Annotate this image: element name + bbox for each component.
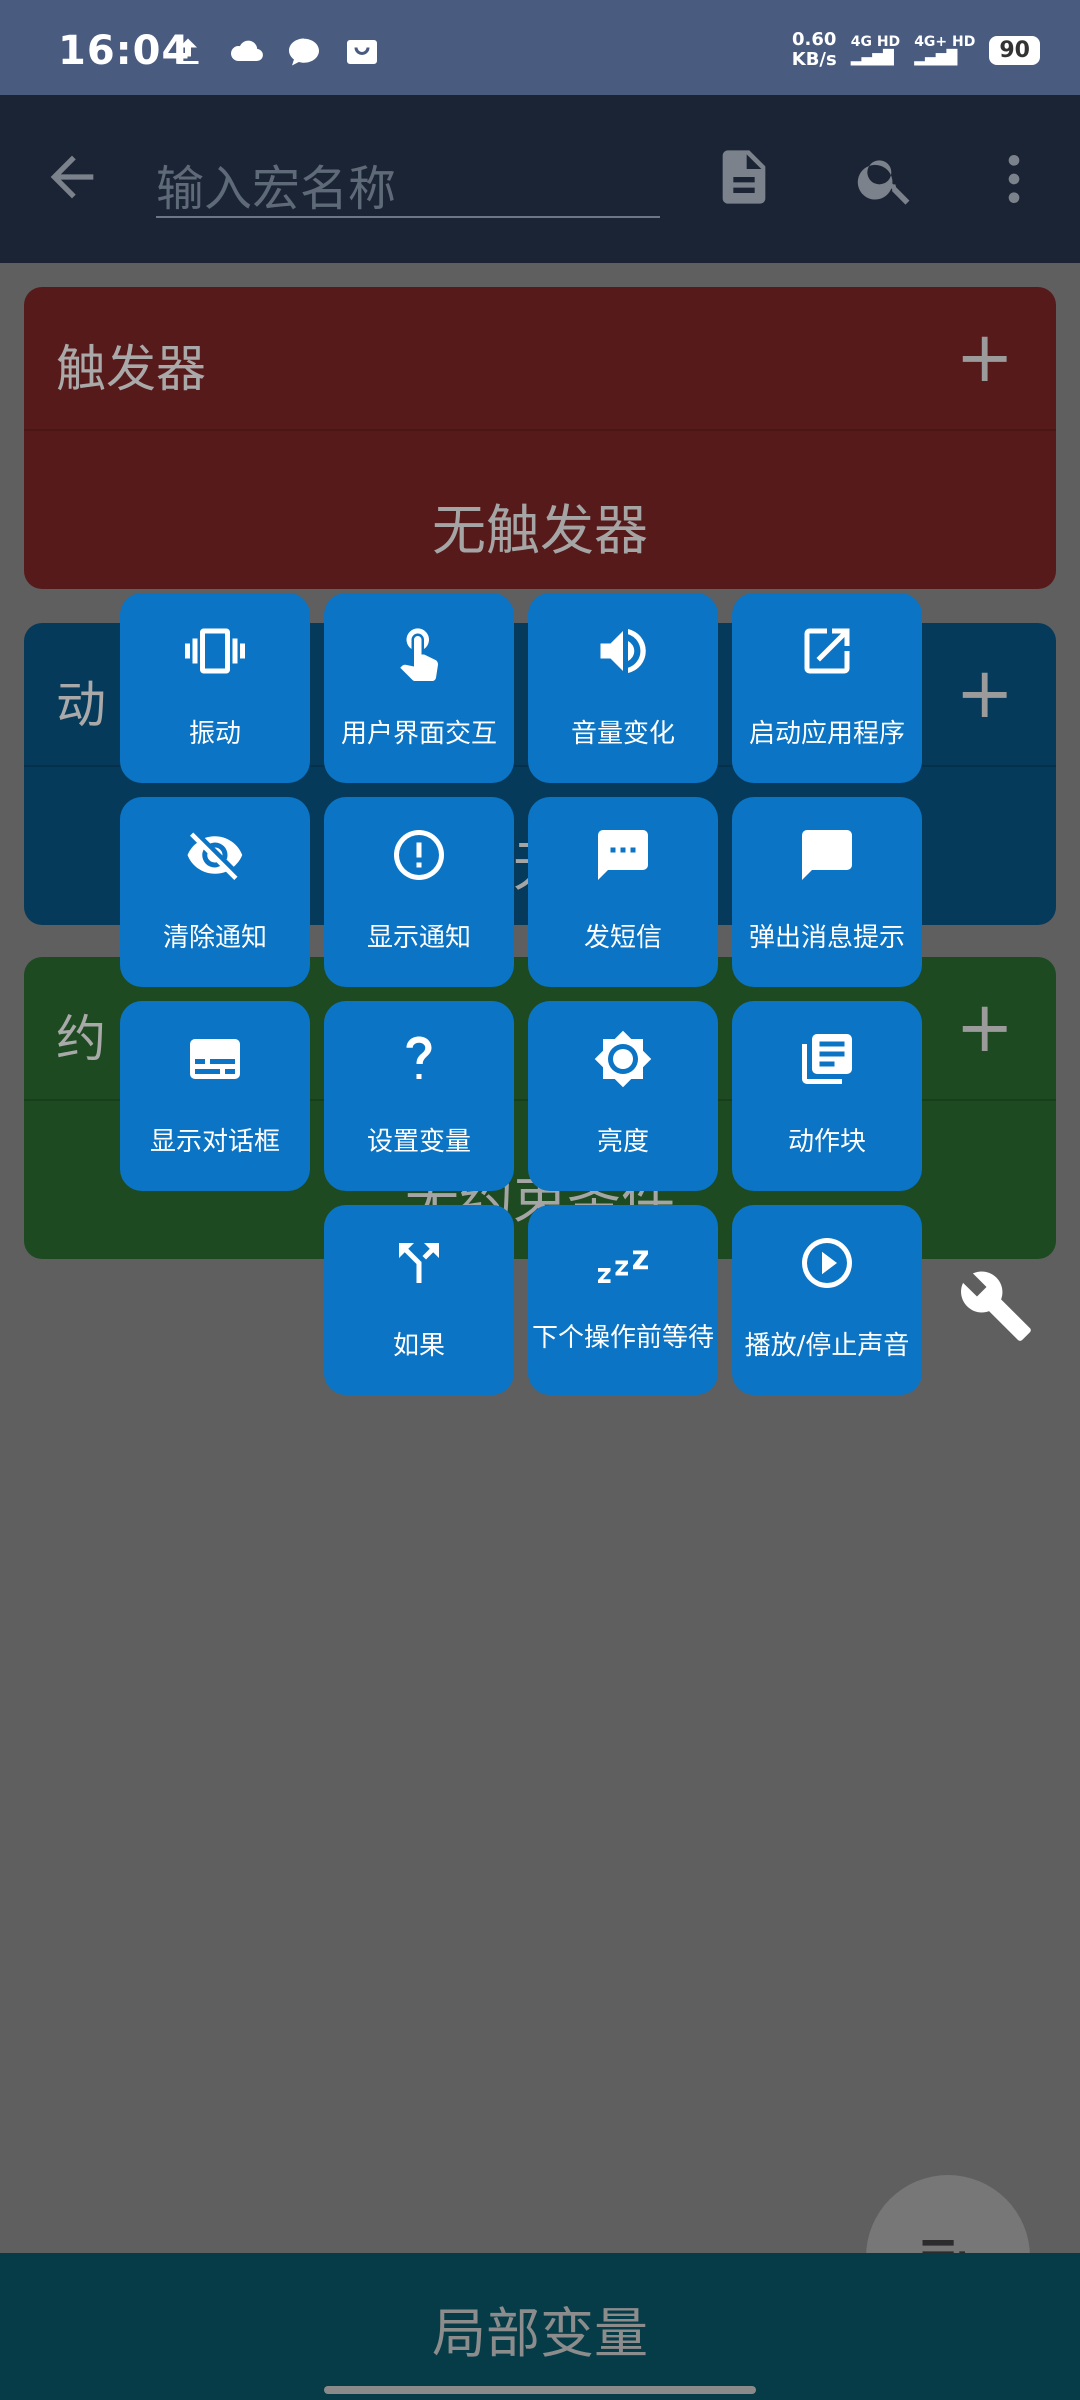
action-tile-show-notification[interactable]: 显示通知	[324, 797, 514, 987]
alert-circle-icon	[394, 830, 444, 880]
upload-icon	[177, 38, 199, 64]
constraints-title: 约	[56, 1010, 106, 1068]
action-tile-label: 显示通知	[366, 923, 471, 953]
triggers-title: 触发器	[56, 340, 206, 398]
action-tile-label: 设置变量	[366, 1127, 471, 1157]
signal-bars-icon: ▂▄▆█	[914, 50, 958, 66]
signal-1-label: 4G HD	[850, 34, 901, 50]
question-icon	[406, 1036, 432, 1079]
gesture-nav-bar[interactable]	[324, 2386, 756, 2394]
document-icon[interactable]	[712, 145, 776, 209]
sleep-icon	[598, 1250, 648, 1283]
triggers-header[interactable]: 触发器 +	[24, 287, 1056, 429]
signal-1: 4G HD ▂▄▆█	[851, 34, 900, 66]
app-bar: 输入宏名称	[0, 95, 1080, 263]
status-notification-icons	[170, 34, 380, 70]
message-icon	[802, 830, 852, 880]
macro-name-placeholder: 输入宏名称	[156, 161, 397, 217]
action-tile-volume-change[interactable]: 音量变化	[528, 593, 718, 783]
action-tile-label: 清除通知	[162, 923, 267, 953]
dialog-icon	[190, 1039, 240, 1079]
search-icon[interactable]	[854, 147, 918, 211]
action-tile-label: 如果	[392, 1331, 445, 1361]
action-tile-label: 用户界面交互	[340, 719, 497, 749]
status-bar: 16:04 0.60 KB/s 4G HD ▂▄▆█ 4G+ HD ▂▄▆█ 9…	[0, 0, 1080, 95]
battery-indicator: 90	[989, 35, 1040, 65]
macro-name-input[interactable]: 输入宏名称	[156, 141, 660, 218]
volume-icon	[600, 629, 646, 673]
signal-bars-icon: ▂▄▆█	[850, 50, 894, 66]
action-tile-label: 亮度	[596, 1127, 649, 1157]
status-right: 0.60 KB/s 4G HD ▂▄▆█ 4G+ HD ▂▄▆█ 90	[792, 30, 1040, 70]
action-tile-label: 音量变化	[570, 719, 675, 749]
action-tile-label: 下个操作前等待	[532, 1323, 715, 1353]
sms-icon	[598, 830, 648, 880]
eye-off-icon	[187, 832, 243, 880]
action-tile-label: 发短信	[583, 923, 662, 953]
network-speed: 0.60 KB/s	[792, 30, 837, 70]
action-tile-send-sms[interactable]: 发短信	[528, 797, 718, 987]
speed-value: 0.60	[792, 29, 837, 50]
open-external-icon	[804, 628, 850, 674]
action-tile-label: 弹出消息提示	[748, 923, 905, 953]
action-tile-clear-notification[interactable]: 清除通知	[120, 797, 310, 987]
action-tile-vibrate[interactable]: 振动	[120, 593, 310, 783]
action-tile-brightness[interactable]: 亮度	[528, 1001, 718, 1191]
split-icon	[399, 1243, 439, 1283]
wrench-icon[interactable]	[958, 1268, 1034, 1344]
triggers-body: 无触发器	[24, 431, 1056, 589]
action-tile-label: 显示对话框	[149, 1127, 280, 1157]
chat-icon	[289, 38, 319, 66]
signal-2: 4G+ HD ▂▄▆█	[914, 34, 975, 66]
action-tile-set-variable[interactable]: 设置变量	[324, 1001, 514, 1191]
action-tile-launch-app[interactable]: 启动应用程序	[732, 593, 922, 783]
action-tile-popup-message[interactable]: 弹出消息提示	[732, 797, 922, 987]
play-circle-icon	[802, 1238, 852, 1288]
action-tile-ui-interaction[interactable]: 用户界面交互	[324, 593, 514, 783]
action-tile-wait-before-next[interactable]: 下个操作前等待	[528, 1205, 718, 1395]
add-constraint-icon[interactable]: +	[955, 992, 1014, 1062]
add-trigger-icon[interactable]: +	[955, 322, 1014, 392]
action-tile-label: 启动应用程序	[748, 719, 905, 749]
signal-2-label: 4G+ HD	[914, 34, 976, 50]
action-tile-action-block[interactable]: 动作块	[732, 1001, 922, 1191]
action-tile-label: 振动	[188, 719, 241, 749]
action-tile-play-stop-sound[interactable]: 播放/停止声音	[732, 1205, 922, 1395]
vibrate-icon	[185, 628, 245, 674]
cloud-icon	[231, 40, 263, 62]
add-action-icon[interactable]: +	[955, 658, 1014, 728]
local-variables-label: 局部变量	[432, 2302, 648, 2365]
touch-icon	[400, 628, 439, 681]
action-tile-label: 动作块	[787, 1127, 866, 1157]
shopping-icon	[347, 40, 377, 64]
speed-unit: KB/s	[791, 49, 837, 70]
brightness-icon	[594, 1030, 652, 1088]
action-tile-if[interactable]: 如果	[324, 1205, 514, 1395]
local-variables-bar[interactable]: 局部变量	[0, 2253, 1080, 2400]
no-triggers-text: 无触发器	[432, 499, 648, 562]
action-tile-label: 播放/停止声音	[744, 1331, 910, 1361]
library-icon	[802, 1034, 852, 1084]
back-arrow-icon[interactable]	[40, 145, 104, 209]
action-tile-show-dialog[interactable]: 显示对话框	[120, 1001, 310, 1191]
more-vert-icon[interactable]	[982, 147, 1046, 211]
actions-title: 动	[56, 676, 106, 734]
triggers-card: 触发器 + 无触发器	[24, 287, 1056, 589]
